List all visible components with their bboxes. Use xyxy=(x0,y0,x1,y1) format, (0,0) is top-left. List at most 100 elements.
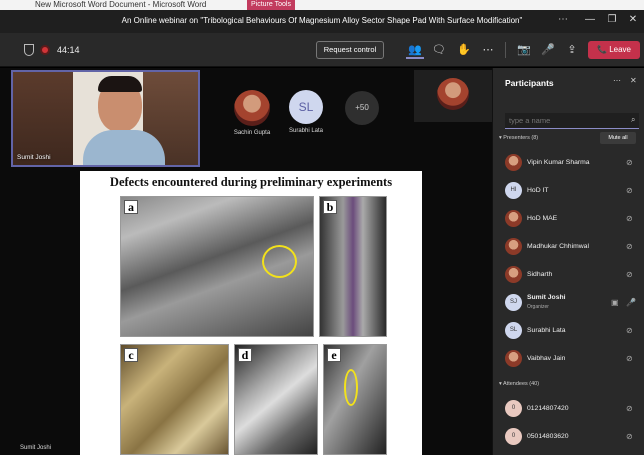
participant-name: 01214807420 xyxy=(527,405,569,412)
raise-hand-icon[interactable]: ✋ xyxy=(455,41,473,59)
mic-off-icon: ⊘ xyxy=(626,354,633,363)
request-control-button[interactable]: Request control xyxy=(316,41,384,59)
chat-icon[interactable]: 🗨 xyxy=(430,41,448,59)
participant-name: Surabhi Lata xyxy=(527,327,566,334)
avatar xyxy=(505,210,522,227)
phone-icon: 📞 xyxy=(597,45,607,54)
participant-name: HoD MAE xyxy=(527,215,558,222)
participant-row[interactable]: HoD MAE ⊘ xyxy=(493,205,644,233)
speaker-video-tile[interactable]: Sumit Joshi xyxy=(11,70,200,167)
defect-photo-c: c xyxy=(120,344,229,455)
participants-panel: Participants ⋯ ✕ ⌕ ▾ Presenters (8) Mute… xyxy=(492,68,644,455)
recording-icon xyxy=(40,45,50,55)
panel-label: e xyxy=(327,348,341,362)
avatar xyxy=(505,238,522,255)
slide-title: Defects encountered during preliminary e… xyxy=(109,175,393,189)
panel-label: b xyxy=(323,200,337,214)
defect-photo-b: b xyxy=(319,196,387,337)
mic-off-icon[interactable]: 🎤 xyxy=(539,41,557,59)
participant-row[interactable]: SJ Sumit Joshi Organizer ▣ 🎤 xyxy=(493,289,644,317)
panel-title: Participants xyxy=(505,78,554,88)
shield-icon xyxy=(24,44,34,56)
speaker-hair xyxy=(98,76,142,92)
defect-photo-a: a xyxy=(120,196,314,337)
avatar xyxy=(505,350,522,367)
defect-highlight-circle xyxy=(344,369,358,406)
defect-highlight-circle xyxy=(262,245,297,278)
participant-name: Sumit Joshi xyxy=(527,294,566,301)
meeting-title-bar: An Online webinar on "Tribological Behav… xyxy=(0,10,644,33)
search-icon: ⌕ xyxy=(631,115,636,124)
participant-role: Organizer xyxy=(527,304,549,310)
defect-photo-e: e xyxy=(323,344,387,455)
shared-slide: Defects encountered during preliminary e… xyxy=(80,171,422,455)
more-options-icon[interactable]: ⋯ xyxy=(556,14,570,25)
attendees-label: Attendees (40) xyxy=(503,381,540,387)
call-controls-bar: 44:14 Request control 👥 🗨 ✋ ⋯ 📷 🎤 ⇪ 📞 Le… xyxy=(0,33,644,67)
presenters-section-header[interactable]: ▾ Presenters (8) xyxy=(499,135,538,141)
participant-row[interactable]: HI HoD IT ⊘ xyxy=(493,177,644,205)
more-actions-icon[interactable]: ⋯ xyxy=(479,41,497,59)
mic-off-icon: ⊘ xyxy=(626,214,633,223)
participant-row[interactable]: Madhukar Chhimwal ⊘ xyxy=(493,233,644,261)
minimize-icon[interactable]: — xyxy=(583,14,597,25)
participant-row[interactable]: Vipin Kumar Sharma ⊘ xyxy=(493,149,644,177)
mic-off-icon: ⊘ xyxy=(626,326,633,335)
avatar: HI xyxy=(505,182,522,199)
attendees-section-header[interactable]: ▾ Attendees (40) xyxy=(499,381,539,387)
participant-row[interactable]: SL Surabhi Lata ⊘ xyxy=(493,317,644,345)
leave-button[interactable]: 📞 Leave xyxy=(588,41,640,59)
panel-label: c xyxy=(124,348,138,362)
participant-row[interactable]: 0 05014803620 ⊘ xyxy=(493,423,644,451)
presenters-label: Presenters (8) xyxy=(503,135,539,141)
avatar: SL xyxy=(505,322,522,339)
avatar: SJ xyxy=(505,294,522,311)
search-input[interactable] xyxy=(505,113,639,129)
mic-off-icon: ⊘ xyxy=(626,186,633,195)
panel-label: d xyxy=(238,348,252,362)
close-icon[interactable]: ✕ xyxy=(630,76,637,85)
background-door xyxy=(13,72,73,165)
defect-photo-d: d xyxy=(234,344,318,455)
meeting-timer: 44:14 xyxy=(57,45,80,55)
mic-off-icon: ⊘ xyxy=(626,242,633,251)
word-title-strip: New Microsoft Word Document - Microsoft … xyxy=(0,0,644,10)
camera-off-icon[interactable]: 📷 xyxy=(515,41,533,59)
people-icon[interactable]: 👥 xyxy=(406,41,424,59)
participant-tile-sachin[interactable]: Sachin Gupta xyxy=(222,90,282,136)
avatar xyxy=(437,78,469,110)
speaker-shirt xyxy=(83,130,165,165)
participant-name: Vaibhav Jain xyxy=(527,355,566,362)
picture-tools-tab[interactable]: Picture Tools xyxy=(247,0,295,10)
share-icon[interactable]: ⇪ xyxy=(563,41,581,59)
share-screen-icon: ▣ xyxy=(611,298,619,307)
participant-row[interactable]: Vaibhav Jain ⊘ xyxy=(493,345,644,373)
more-options-icon[interactable]: ⋯ xyxy=(613,76,621,85)
mic-off-icon: ⊘ xyxy=(626,158,633,167)
mic-off-icon: ⊘ xyxy=(626,432,633,441)
presenter-name-label: Sumit Joshi xyxy=(20,445,52,451)
avatar xyxy=(505,154,522,171)
restore-icon[interactable]: ❐ xyxy=(605,14,619,25)
mute-all-button[interactable]: Mute all xyxy=(600,132,636,144)
mic-off-icon: ⊘ xyxy=(626,270,633,279)
participant-row[interactable]: 0 01214807420 ⊘ xyxy=(493,395,644,423)
participant-name: Sidharth xyxy=(527,271,553,278)
participant-name: Vipin Kumar Sharma xyxy=(527,159,590,166)
participant-row[interactable]: Sidharth ⊘ xyxy=(493,261,644,289)
mic-icon: 🎤 xyxy=(626,298,636,307)
avatar xyxy=(234,90,270,126)
toolbar-divider xyxy=(505,42,506,58)
panel-label: a xyxy=(124,200,138,214)
participant-name: Surabhi Lata xyxy=(288,128,324,134)
avatar xyxy=(505,266,522,283)
self-video-tile[interactable] xyxy=(414,70,492,122)
word-document-title: New Microsoft Word Document - Microsoft … xyxy=(35,0,207,9)
avatar: 0 xyxy=(505,400,522,417)
speaker-name-label: Sumit Joshi xyxy=(17,154,51,161)
meeting-title: An Online webinar on "Tribological Behav… xyxy=(121,16,523,25)
avatar: SL xyxy=(289,90,323,124)
participant-tile-surabhi[interactable]: SL Surabhi Lata xyxy=(276,90,336,134)
more-participants-badge[interactable]: +50 xyxy=(345,91,379,125)
close-icon[interactable]: ✕ xyxy=(626,14,640,25)
